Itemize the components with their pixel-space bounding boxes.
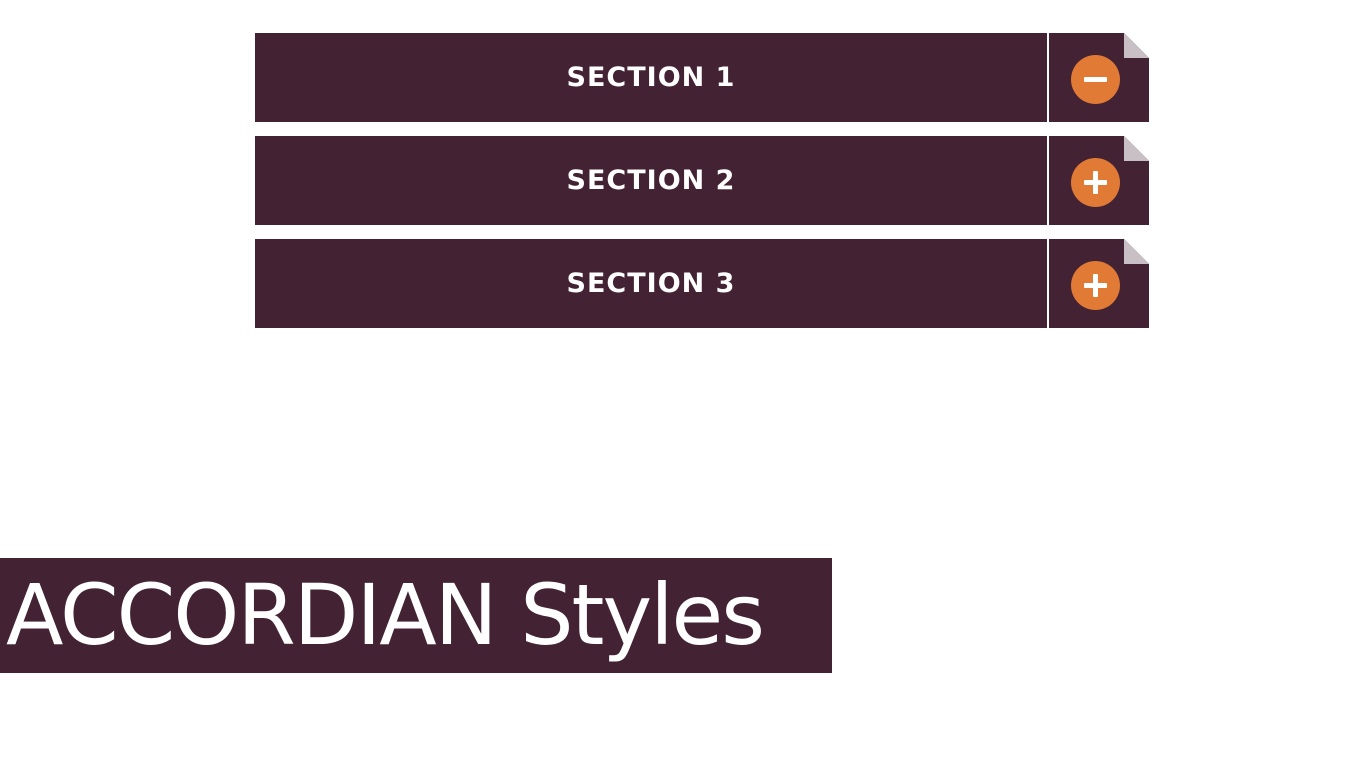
accordion-item-section-1: SECTION 1 <box>255 33 1149 122</box>
plus-icon <box>1071 158 1120 207</box>
accordion: SECTION 1 SECTION 2 SECTION 3 <box>255 33 1149 342</box>
accordion-header-section-2[interactable]: SECTION 2 <box>255 136 1047 225</box>
accordion-item-section-2: SECTION 2 <box>255 136 1149 225</box>
page-title-banner: ACCORDIAN Styles <box>0 558 832 673</box>
page-title: ACCORDIAN Styles <box>6 566 765 664</box>
folded-corner-shadow <box>1124 136 1149 161</box>
accordion-header-section-3[interactable]: SECTION 3 <box>255 239 1047 328</box>
folded-corner-shadow <box>1124 33 1149 58</box>
accordion-toggle-section-2[interactable] <box>1049 136 1149 225</box>
accordion-header-label: SECTION 2 <box>566 165 736 196</box>
accordion-header-label: SECTION 1 <box>566 62 736 93</box>
accordion-header-label: SECTION 3 <box>566 268 736 299</box>
accordion-toggle-section-1[interactable] <box>1049 33 1149 122</box>
plus-icon <box>1071 261 1120 310</box>
page: SECTION 1 SECTION 2 SECTION 3 ACCORDIAN … <box>0 0 1366 768</box>
accordion-item-section-3: SECTION 3 <box>255 239 1149 328</box>
minus-icon <box>1071 55 1120 104</box>
accordion-header-section-1[interactable]: SECTION 1 <box>255 33 1047 122</box>
accordion-toggle-section-3[interactable] <box>1049 239 1149 328</box>
folded-corner-shadow <box>1124 239 1149 264</box>
